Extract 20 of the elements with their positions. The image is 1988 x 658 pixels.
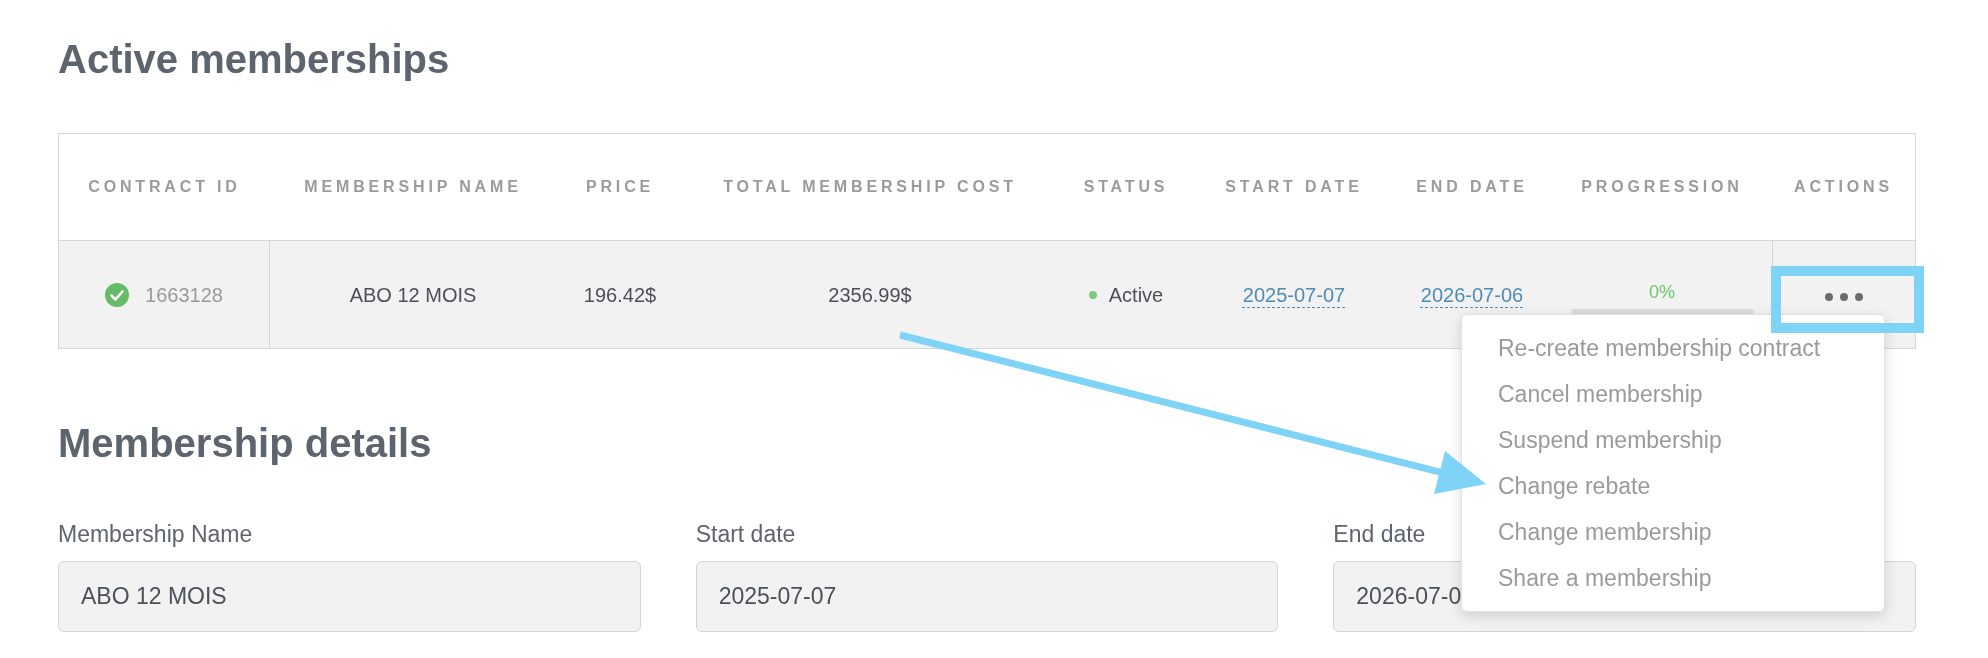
field-label: Membership Name xyxy=(58,520,253,548)
column-header: PROGRESSION xyxy=(1581,177,1743,197)
column-header: MEMBERSHIP NAME xyxy=(304,177,522,197)
status-label: Active xyxy=(1108,282,1164,308)
column-header: END DATE xyxy=(1416,177,1528,197)
progress-percent: 0% xyxy=(1649,280,1675,303)
column-header: TOTAL MEMBERSHIP COST xyxy=(723,177,1017,197)
column-header: START DATE xyxy=(1225,177,1363,197)
total-cost: 2356.99$ xyxy=(828,282,912,308)
column-header: ACTIONS xyxy=(1794,177,1893,197)
section-heading: Membership details xyxy=(58,420,432,467)
field-label: Start date xyxy=(695,520,796,548)
column-header: PRICE xyxy=(585,177,655,197)
membership-name: ABO 12 MOIS xyxy=(349,282,477,308)
contract-id: 1663128 xyxy=(145,282,223,308)
price: 196.42$ xyxy=(583,282,657,308)
section-heading: Active memberships xyxy=(58,36,450,83)
column-header: CONTRACT ID xyxy=(88,177,241,197)
column-header: STATUS xyxy=(1083,177,1169,197)
field-label: End date xyxy=(1333,520,1426,548)
